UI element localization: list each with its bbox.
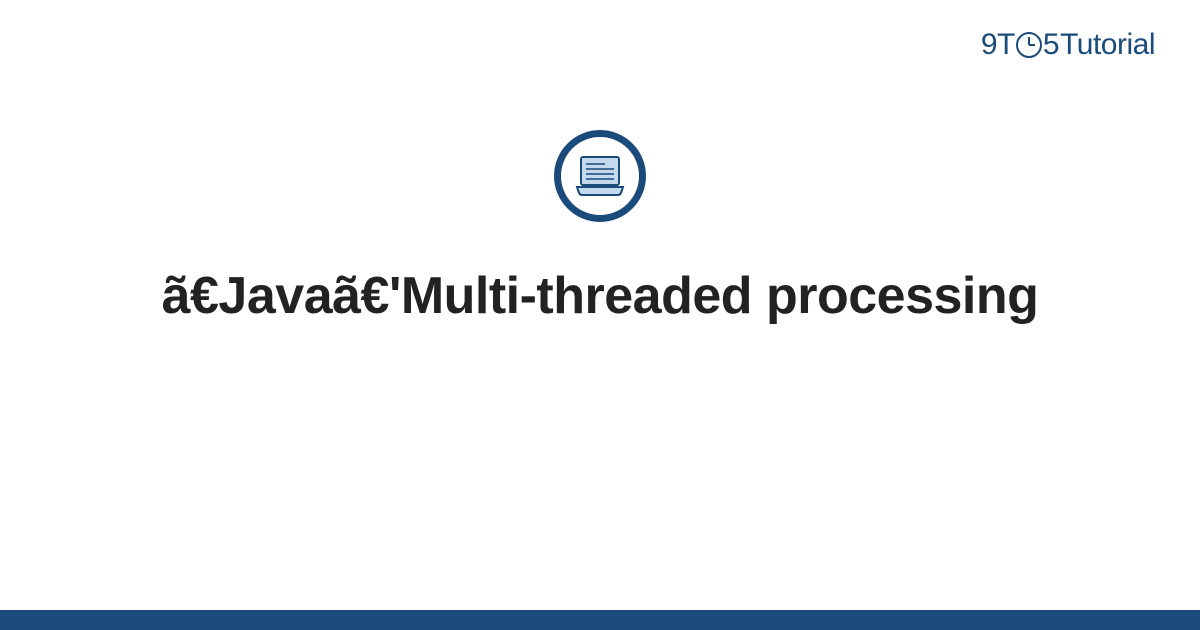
laptop-svg: [575, 155, 625, 197]
logo-prefix: 9T: [981, 28, 1015, 62]
laptop-icon: [554, 130, 646, 222]
logo-suffix: 5: [1043, 28, 1059, 62]
page-title: ã€Javaã€'Multi-threaded processing: [162, 264, 1039, 329]
main-content: ã€Javaã€'Multi-threaded processing: [0, 130, 1200, 329]
site-logo: 9T 5 Tutorial: [981, 28, 1155, 62]
footer-bar: [0, 610, 1200, 630]
clock-icon: [1016, 32, 1042, 58]
logo-word: Tutorial: [1060, 28, 1155, 62]
